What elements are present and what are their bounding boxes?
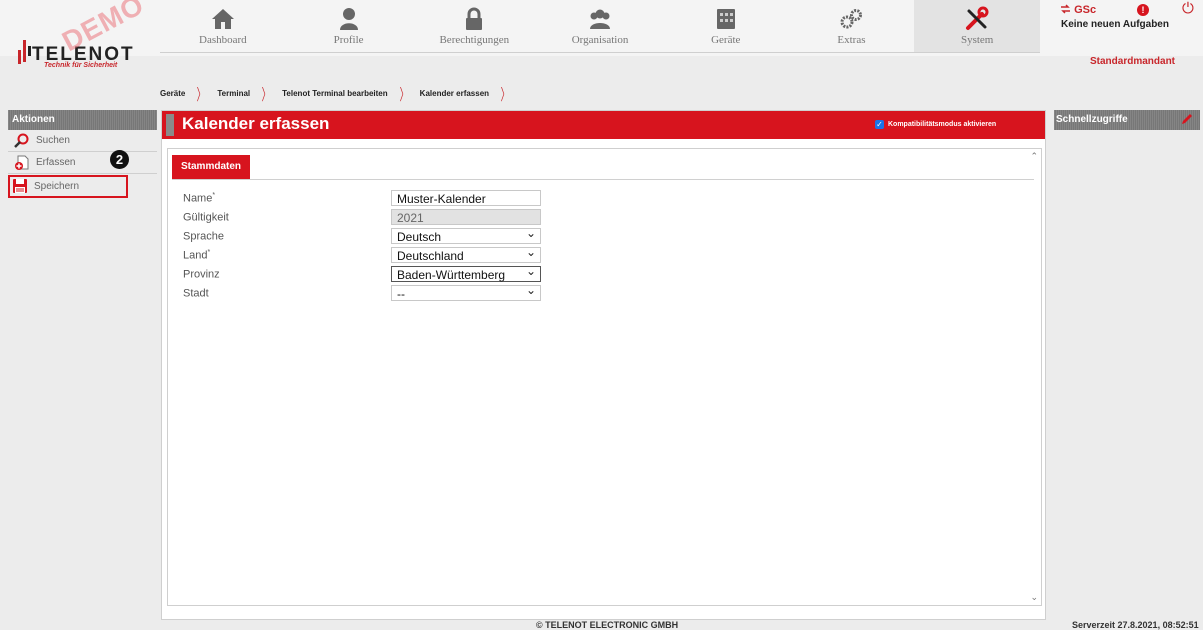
scroll-down-icon[interactable]: ⌄ — [1030, 592, 1038, 603]
field-label: Sprache — [183, 230, 224, 243]
compat-mode-label: Kompatibilitätsmodus aktivieren — [888, 121, 997, 128]
save-icon — [13, 179, 27, 193]
mandant-label[interactable]: Standardmandant — [1090, 56, 1175, 67]
search-icon — [14, 133, 29, 148]
breadcrumb-item[interactable]: Kalender erfassen 〉 — [420, 81, 513, 105]
user-switch-icon — [1061, 4, 1070, 14]
nav-label: Geräte — [711, 34, 741, 46]
name-input[interactable]: Muster-Kalender — [391, 190, 541, 206]
sidebar-item-suchen[interactable]: Suchen — [8, 130, 157, 152]
field-label: Name* — [183, 192, 216, 205]
tools-icon — [966, 6, 989, 30]
breadcrumb: Geräte 〉 Terminal 〉 Telenot Terminal bearb… — [160, 82, 521, 104]
quick-access-header: Schnellzugriffe — [1054, 110, 1200, 130]
provinz-select[interactable]: Baden-Württemberg — [391, 263, 541, 282]
breadcrumb-item[interactable]: Geräte 〉 — [160, 81, 209, 105]
nav-dashboard[interactable]: Dashboard — [160, 0, 286, 52]
user-name[interactable]: GSc — [1060, 4, 1096, 16]
form-row-stadt: Stadt -- — [183, 282, 553, 303]
breadcrumb-item[interactable]: Telenot Terminal bearbeiten 〉 — [282, 81, 412, 105]
form-row-gueltigkeit: Gültigkeit 2021 — [183, 209, 553, 227]
title-notch — [166, 114, 174, 136]
nav-extras[interactable]: Extras — [789, 0, 915, 52]
field-label: Stadt — [183, 287, 209, 300]
telenot-logo[interactable]: TELENOT Technik für Sicherheit DEMO — [14, 0, 164, 74]
main-panel: Kalender erfassen ✓ Kompatibilitätsmodus… — [161, 110, 1046, 620]
chevron-right-icon: 〉 — [196, 87, 206, 104]
sidebar-item-label: Erfassen — [36, 157, 76, 168]
nav-label: System — [960, 34, 994, 46]
page-title-bar: Kalender erfassen ✓ Kompatibilitätsmodus… — [162, 111, 1045, 139]
logo-bars-icon — [18, 40, 31, 64]
field-label: Gültigkeit — [183, 211, 229, 224]
logo-tagline: Technik für Sicherheit — [44, 62, 118, 69]
nav-profile[interactable]: Profile — [286, 0, 412, 52]
field-label: Land* — [183, 249, 211, 262]
sidebar-item-label: Speichern — [34, 181, 80, 192]
nav-system[interactable]: System — [914, 0, 1041, 52]
gears-icon — [840, 9, 863, 29]
breadcrumb-item[interactable]: Terminal 〉 — [217, 81, 274, 105]
nav-geraete[interactable]: Geräte — [663, 0, 789, 52]
add-document-icon — [15, 155, 29, 170]
alert-icon[interactable]: ! — [1137, 4, 1149, 16]
user-icon — [339, 8, 358, 30]
step-number-badge: 2 — [110, 150, 129, 169]
user-box: GSc ! ⏻ Keine neuen Aufgaben — [1060, 0, 1203, 56]
nav-label: Berechtigungen — [439, 34, 510, 46]
quick-access-title: Schnellzugriffe — [1056, 114, 1128, 125]
form-row-name: Name* Muster-Kalender — [183, 190, 553, 208]
stadt-select[interactable]: -- — [391, 282, 541, 301]
land-select[interactable]: Deutschland — [391, 244, 541, 263]
nav-berechtigungen[interactable]: Berechtigungen — [411, 0, 537, 52]
nav-label: Dashboard — [199, 34, 247, 46]
group-icon — [590, 9, 611, 29]
sidebar-item-erfassen[interactable]: Erfassen — [8, 152, 157, 174]
nav-organisation[interactable]: Organisation — [537, 0, 663, 52]
page-title: Kalender erfassen — [182, 114, 330, 133]
tasks-status[interactable]: Keine neuen Aufgaben — [1061, 19, 1169, 30]
home-icon — [211, 9, 234, 29]
sidebar-item-label: Suchen — [36, 135, 70, 146]
nav-label: Organisation — [571, 34, 629, 46]
tab-divider — [172, 179, 1034, 180]
power-icon[interactable]: ⏻ — [1182, 0, 1194, 17]
chevron-right-icon: 〉 — [500, 87, 510, 104]
tab-stammdaten[interactable]: Stammdaten — [172, 155, 250, 179]
gueltigkeit-input: 2021 — [391, 209, 541, 225]
nav-divider — [160, 52, 1040, 53]
nav-label: Profile — [333, 34, 364, 46]
sprache-select[interactable]: Deutsch — [391, 225, 541, 244]
nav-label: Extras — [837, 34, 866, 46]
scroll-up-icon[interactable]: ⌃ — [1030, 151, 1038, 162]
sidebar-title: Aktionen — [8, 110, 157, 130]
chevron-right-icon: 〉 — [261, 87, 271, 104]
form-row-sprache: Sprache Deutsch — [183, 225, 553, 246]
device-icon — [716, 9, 735, 29]
sidebar-item-speichern[interactable]: Speichern — [8, 175, 128, 198]
checkmark-icon: ✓ — [875, 120, 884, 129]
actions-sidebar: Aktionen Suchen Erfassen Speichern — [8, 110, 157, 199]
compat-mode-checkbox[interactable]: ✓ Kompatibilitätsmodus aktivieren — [875, 120, 996, 129]
field-label: Provinz — [183, 268, 220, 281]
quick-access-panel: Schnellzugriffe — [1054, 110, 1200, 130]
main-navigation: Dashboard Profile Berechtigungen Organis… — [160, 0, 1041, 52]
form-row-land: Land* Deutschland — [183, 244, 553, 265]
chevron-right-icon: 〉 — [399, 87, 409, 104]
lock-icon — [466, 7, 483, 30]
form-row-provinz: Provinz Baden-Württemberg — [183, 263, 553, 284]
form-content: ⌃ ⌄ Stammdaten Name* Muster-Kalender Gül… — [167, 148, 1042, 606]
edit-pencil-icon[interactable] — [1180, 112, 1194, 126]
